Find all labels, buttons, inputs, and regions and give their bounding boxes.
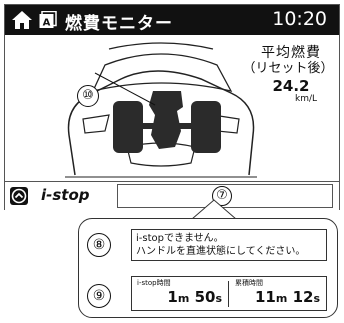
istop-detail-panel: ⑧ i-stopできません。 ハンドルを直進状態にしてください。 ⑨ i-sto… [78,218,338,318]
istop-time: i-stop時間 1m 50s [132,277,228,310]
istop-timers: i-stop時間 1m 50s 累積時間 11m 12s [131,276,327,311]
timer-divider [228,281,229,307]
callout-8: ⑧ [87,233,111,257]
callout-9: ⑨ [87,284,111,308]
istop-warning-message: i-stopできません。 ハンドルを直進状態にしてください。 [131,229,327,261]
warning-line-2: ハンドルを直進状態にしてください。 [136,246,306,257]
total-time-label: 累積時間 [235,279,263,287]
istop-time-label: i-stop時間 [137,279,171,287]
total-time: 累積時間 11m 12s [230,277,326,310]
warning-line-1: i-stopできません。 [136,233,224,244]
istop-time-value: 1m 50s [167,288,222,306]
total-time-value: 11m 12s [254,288,320,306]
